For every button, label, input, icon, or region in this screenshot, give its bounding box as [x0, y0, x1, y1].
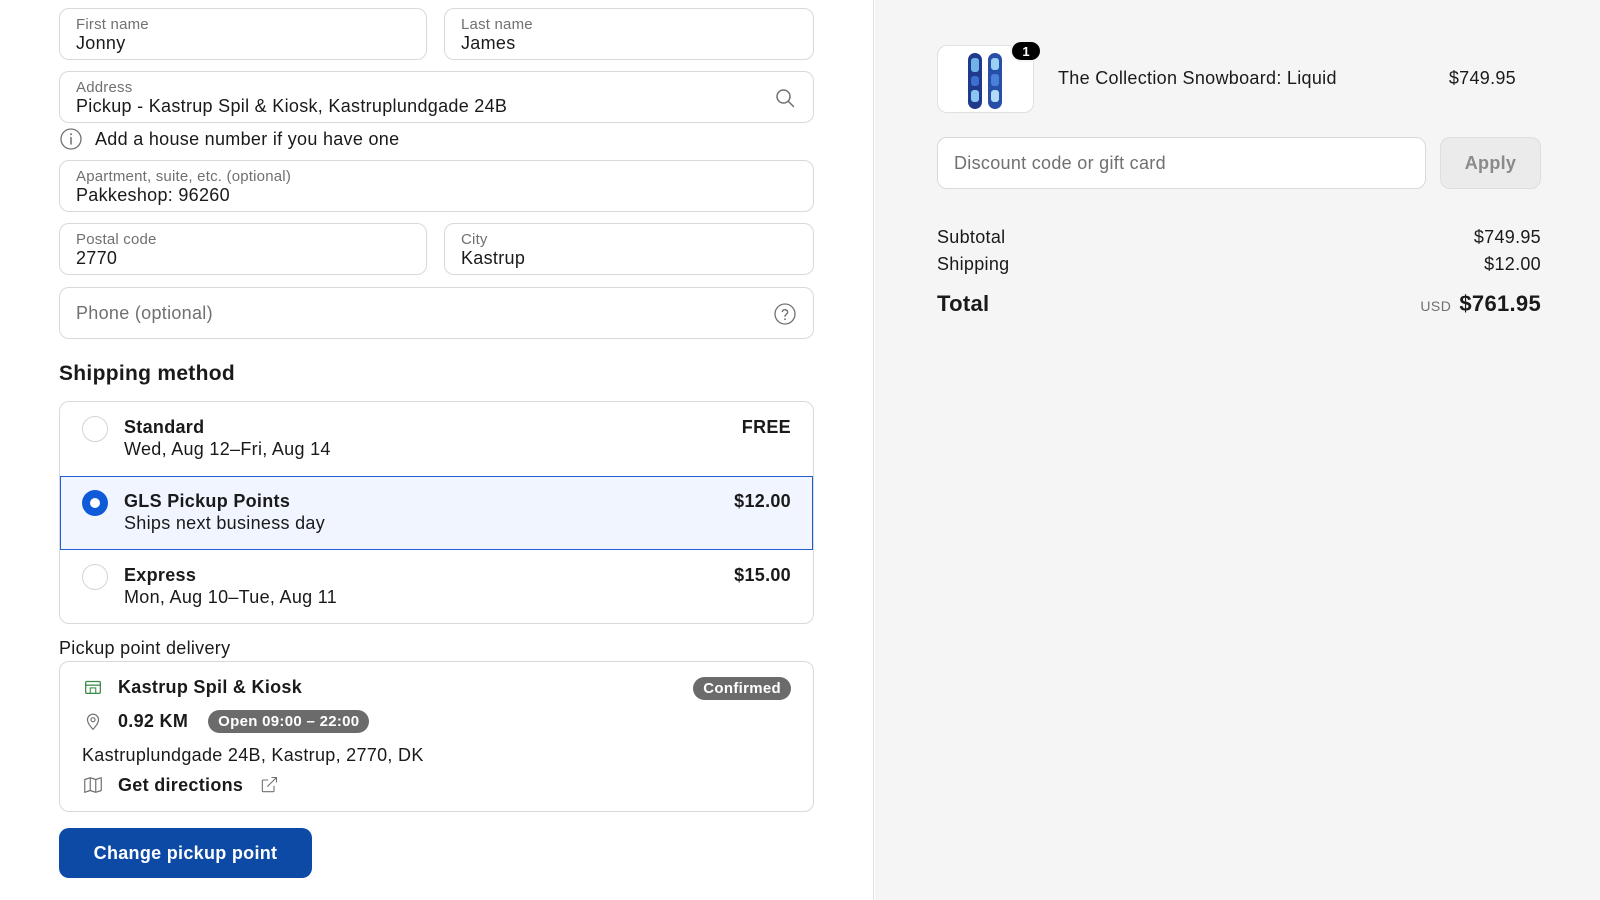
option-name: GLS Pickup Points: [124, 491, 291, 511]
external-link-icon: [262, 776, 278, 793]
first-name-label: First name: [76, 16, 149, 33]
shipping-option-express[interactable]: Express Mon, Aug 10–Tue, Aug 11 $15.00: [60, 550, 813, 623]
option-name: Standard: [124, 417, 205, 437]
change-pickup-point-button[interactable]: Change pickup point: [59, 828, 312, 878]
product-name: The Collection Snowboard: Liquid: [1058, 68, 1337, 88]
pickup-distance-row: 0.92 KM Open 09:00 – 22:00: [82, 710, 370, 733]
option-price: $15.00: [734, 565, 791, 585]
total-label: Total: [937, 291, 990, 316]
apartment-value: Pakkeshop: 96260: [76, 185, 230, 205]
last-name-field[interactable]: Last name James: [444, 8, 814, 60]
location-pin-icon: [86, 713, 100, 730]
pickup-store-row: Kastrup Spil & Kiosk: [82, 676, 302, 698]
shipping-label: Shipping: [937, 254, 1010, 274]
option-price: FREE: [741, 417, 791, 437]
subtotal-value: $749.95: [1473, 227, 1541, 247]
info-icon: [60, 128, 82, 150]
radio-gls-pickup[interactable]: [82, 490, 108, 516]
first-name-field[interactable]: First name Jonny: [59, 8, 427, 60]
option-delivery: Mon, Aug 10–Tue, Aug 11: [124, 587, 338, 607]
total-value: $761.95: [1459, 291, 1541, 316]
map-icon: [84, 777, 102, 793]
first-name-value: Jonny: [76, 33, 126, 53]
address-label: Address: [76, 79, 133, 96]
quantity-badge: 1: [1010, 40, 1042, 62]
address-hint-text: Add a house number if you have one: [95, 128, 400, 149]
pickup-point-card: Kastrup Spil & Kiosk Confirmed 0.92 KM O…: [59, 661, 814, 812]
discount-placeholder: Discount code or gift card: [954, 152, 1166, 173]
checkout-form-panel: First name Jonny Last name James Address…: [0, 0, 874, 900]
discount-code-input[interactable]: Discount code or gift card: [937, 137, 1426, 189]
address-hint: Add a house number if you have one: [59, 127, 399, 151]
shipping-value: $12.00: [1484, 254, 1541, 274]
shipping-options: Standard Wed, Aug 12–Fri, Aug 14 FREE GL…: [59, 401, 814, 624]
status-badge: Confirmed: [693, 677, 791, 700]
subtotal-label: Subtotal: [937, 227, 1006, 247]
shipping-option-standard[interactable]: Standard Wed, Aug 12–Fri, Aug 14 FREE: [60, 402, 813, 476]
radio-express[interactable]: [82, 564, 108, 590]
get-directions-label: Get directions: [118, 774, 244, 795]
pickup-address: Kastruplundgade 24B, Kastrup, 2770, DK: [82, 745, 424, 765]
city-value: Kastrup: [461, 248, 526, 268]
last-name-label: Last name: [461, 16, 533, 33]
option-price: $12.00: [734, 491, 791, 511]
option-name: Express: [124, 565, 197, 585]
shipping-method-title: Shipping method: [59, 362, 235, 385]
help-icon[interactable]: [773, 302, 797, 326]
postal-code-field[interactable]: Postal code 2770: [59, 223, 427, 275]
address-value: Pickup - Kastrup Spil & Kiosk, Kastruplu…: [76, 96, 508, 116]
pickup-point-label: Pickup point delivery: [59, 638, 231, 658]
store-icon: [85, 680, 101, 695]
radio-standard[interactable]: [82, 416, 108, 442]
phone-field[interactable]: Phone (optional): [59, 287, 814, 339]
order-summary-panel: 1 The Collection Snowboard: Liquid $749.…: [875, 0, 1600, 900]
option-delivery: Wed, Aug 12–Fri, Aug 14: [124, 439, 331, 459]
option-delivery: Ships next business day: [124, 513, 326, 533]
search-icon[interactable]: [773, 86, 797, 110]
address-field[interactable]: Address Pickup - Kastrup Spil & Kiosk, K…: [59, 71, 814, 123]
city-label: City: [461, 231, 488, 248]
pickup-store-name: Kastrup Spil & Kiosk: [118, 676, 303, 697]
last-name-value: James: [461, 33, 516, 53]
opening-hours-badge: Open 09:00 – 22:00: [208, 710, 370, 733]
pickup-distance: 0.92 KM: [118, 711, 189, 731]
apartment-label: Apartment, suite, etc. (optional): [76, 168, 292, 185]
get-directions-link[interactable]: Get directions: [82, 774, 279, 796]
apply-discount-button[interactable]: Apply: [1440, 137, 1541, 189]
phone-placeholder: Phone (optional): [76, 303, 213, 323]
product-price: $749.95: [1448, 68, 1516, 88]
shipping-option-gls-pickup[interactable]: GLS Pickup Points Ships next business da…: [60, 476, 813, 550]
city-field[interactable]: City Kastrup: [444, 223, 814, 275]
postal-code-label: Postal code: [76, 231, 157, 248]
apartment-field[interactable]: Apartment, suite, etc. (optional) Pakkes…: [59, 160, 814, 212]
total-currency: USD: [1420, 298, 1452, 314]
total-amount: USD $761.95: [1420, 291, 1541, 317]
postal-code-value: 2770: [76, 248, 118, 268]
